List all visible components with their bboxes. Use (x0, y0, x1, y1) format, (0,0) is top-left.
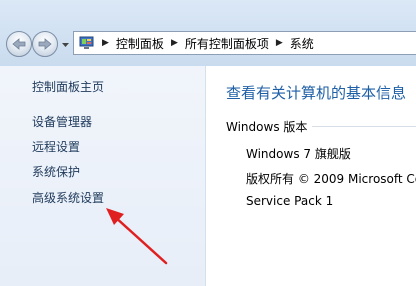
breadcrumb-separator[interactable]: ▶ (171, 38, 178, 48)
sidebar-link-system-protection[interactable]: 系统保护 (32, 163, 80, 180)
breadcrumb-all-items[interactable]: 所有控制面板项 (185, 35, 269, 52)
back-button[interactable] (6, 31, 32, 57)
sidebar-link-remote-settings[interactable]: 远程设置 (32, 138, 80, 155)
navigation-bar: ▶ 控制面板 ▶ 所有控制面板项 ▶ 系统 (0, 0, 416, 66)
recent-pages-dropdown[interactable] (60, 40, 70, 50)
breadcrumb-control-panel[interactable]: 控制面板 (116, 35, 164, 52)
windows-edition-section-label: Windows 版本 (226, 120, 308, 134)
breadcrumb-system[interactable]: 系统 (290, 35, 314, 52)
control-panel-icon (79, 36, 95, 50)
breadcrumb-separator[interactable]: ▶ (276, 38, 283, 48)
sidebar-link-advanced-system-settings[interactable]: 高级系统设置 (32, 189, 104, 206)
copyright-text: 版权所有 © 2009 Microsoft Corporation。保留所有权利… (246, 172, 416, 186)
page-title: 查看有关计算机的基本信息 (226, 84, 407, 102)
back-arrow-icon (12, 38, 26, 50)
sidebar-link-device-manager[interactable]: 设备管理器 (32, 113, 92, 130)
section-divider (312, 126, 416, 127)
address-bar[interactable]: ▶ 控制面板 ▶ 所有控制面板项 ▶ 系统 (73, 31, 416, 55)
service-pack-value: Service Pack 1 (246, 194, 334, 208)
main-content: 查看有关计算机的基本信息 Windows 版本 Windows 7 旗舰版 版权… (206, 66, 416, 286)
forward-arrow-icon (38, 38, 52, 50)
breadcrumb-separator[interactable]: ▶ (102, 38, 109, 48)
forward-button[interactable] (32, 31, 58, 57)
windows-edition-value: Windows 7 旗舰版 (246, 147, 351, 161)
system-window: ▶ 控制面板 ▶ 所有控制面板项 ▶ 系统 控制面板主页 设备管理器 远程设置 … (0, 0, 416, 286)
chevron-down-icon (61, 43, 69, 47)
sidebar-link-control-panel-home[interactable]: 控制面板主页 (32, 78, 104, 95)
sidebar: 控制面板主页 设备管理器 远程设置 系统保护 高级系统设置 (0, 66, 206, 286)
